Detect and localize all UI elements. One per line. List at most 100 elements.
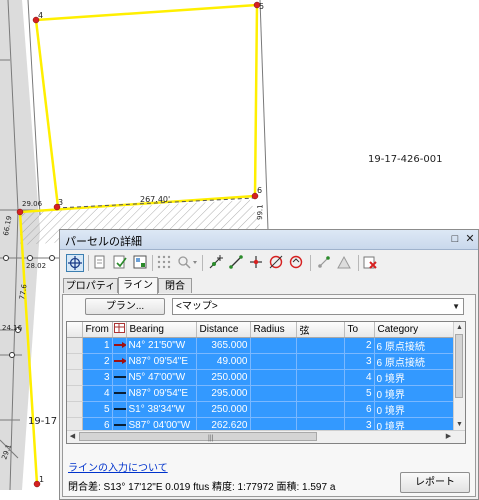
draw-line-icon[interactable] (228, 254, 246, 272)
cell-from[interactable]: 4 (82, 385, 113, 402)
cell-from[interactable]: 1 (82, 337, 113, 354)
cell-line-type[interactable] (112, 401, 127, 418)
table-row[interactable]: 3 N5° 47'00"W 250.000 4 0 境界 (67, 369, 455, 386)
rotate-circle-icon[interactable] (288, 254, 306, 272)
cell-bearing[interactable]: N4° 21'50"W (126, 337, 197, 354)
cell-bearing[interactable]: N5° 47'00"W (126, 369, 197, 386)
column-header-from[interactable]: From (82, 322, 113, 338)
cell-category[interactable]: 6 原点接続 (374, 337, 455, 354)
cell-radius[interactable] (250, 401, 297, 418)
column-header-to[interactable]: To (344, 322, 375, 338)
cell-chord[interactable] (296, 385, 345, 402)
lines-grid: From Bearing Distance Radius 弦 To Catego… (66, 321, 466, 444)
edit-points-icon[interactable] (316, 254, 334, 272)
row-header[interactable] (67, 369, 83, 386)
solid-line-icon (113, 424, 125, 427)
scroll-down-icon[interactable]: ▼ (454, 419, 465, 430)
delete-icon[interactable] (362, 254, 380, 272)
document-icon[interactable] (92, 254, 110, 272)
cell-bearing[interactable]: N87° 09'54"E (126, 353, 197, 370)
cell-line-type[interactable] (112, 369, 127, 386)
cell-chord[interactable] (296, 401, 345, 418)
split-point-icon[interactable] (248, 254, 266, 272)
cell-category[interactable]: 0 境界 (374, 369, 455, 386)
row-header[interactable] (67, 401, 83, 418)
shape-icon[interactable] (336, 254, 354, 272)
tab-closure[interactable]: 閉合 (158, 278, 192, 293)
cell-radius[interactable] (250, 369, 297, 386)
table-row[interactable]: 2 N87° 09'54"E 49.000 3 6 原点接続 (67, 353, 455, 370)
lines-table: From Bearing Distance Radius 弦 To Catego… (67, 322, 455, 443)
column-header-radius[interactable]: Radius (250, 322, 297, 338)
cell-radius[interactable] (250, 337, 297, 354)
row-header[interactable] (67, 353, 83, 370)
report-button[interactable]: レポート (400, 472, 470, 493)
cell-to[interactable]: 6 (344, 401, 375, 418)
cell-radius[interactable] (250, 353, 297, 370)
plan-button[interactable]: プラン... (85, 298, 165, 315)
table-row[interactable]: 5 S1° 38'34"W 250.000 6 0 境界 (67, 401, 455, 418)
window-titlebar[interactable]: パーセルの詳細 □ ✕ (60, 230, 478, 250)
table-row[interactable]: 1 N4° 21'50"W 365.000 2 6 原点接続 (67, 337, 455, 354)
add-point-icon[interactable] (208, 254, 226, 272)
cell-distance[interactable]: 250.000 (196, 369, 251, 386)
cell-from[interactable]: 3 (82, 369, 113, 386)
column-header-category[interactable]: Category (374, 322, 455, 338)
help-link[interactable]: ラインの入力について (68, 459, 168, 474)
cell-bearing[interactable]: N87° 09'54"E (126, 385, 197, 402)
point-label-6: 6 (257, 186, 262, 195)
cell-line-type[interactable] (112, 337, 127, 354)
cell-chord[interactable] (296, 337, 345, 354)
circle-curve-icon[interactable] (268, 254, 286, 272)
select-target-icon[interactable] (66, 254, 84, 272)
scroll-thumb[interactable] (455, 334, 463, 398)
cell-chord[interactable] (296, 369, 345, 386)
partial-parcel-label: 19-17 (28, 416, 57, 427)
float-button[interactable]: □ (448, 232, 462, 246)
row-header[interactable] (67, 337, 83, 354)
cell-to[interactable]: 3 (344, 353, 375, 370)
cell-category[interactable]: 6 原点接続 (374, 353, 455, 370)
grid-table-icon[interactable] (132, 254, 150, 272)
column-header-chord[interactable]: 弦 (296, 322, 345, 338)
cell-distance[interactable]: 295.000 (196, 385, 251, 402)
column-header-bearing[interactable]: Bearing (126, 322, 197, 338)
vertical-scrollbar[interactable]: ▲ ▼ (453, 322, 465, 430)
horizontal-scrollbar[interactable]: ◀ ||| ▶ (67, 430, 465, 443)
check-document-icon[interactable] (112, 254, 130, 272)
cell-from[interactable]: 2 (82, 353, 113, 370)
map-select[interactable]: <マップ> ▼ (172, 298, 464, 315)
table-row[interactable]: 4 N87° 09'54"E 295.000 5 0 境界 (67, 385, 455, 402)
cell-chord[interactable] (296, 353, 345, 370)
cell-distance[interactable]: 365.000 (196, 337, 251, 354)
point-label-1: 1 (39, 475, 44, 484)
cell-category[interactable]: 0 境界 (374, 401, 455, 418)
cell-distance[interactable]: 250.000 (196, 401, 251, 418)
scroll-left-icon[interactable]: ◀ (67, 431, 78, 443)
cell-line-type[interactable] (112, 353, 127, 370)
tab-properties[interactable]: プロパティ (63, 278, 118, 293)
row-header[interactable] (67, 385, 83, 402)
cell-line-type[interactable] (112, 385, 127, 402)
scroll-up-icon[interactable]: ▲ (454, 322, 465, 333)
cell-to[interactable]: 4 (344, 369, 375, 386)
column-header-distance[interactable]: Distance (196, 322, 251, 338)
dotted-grid-icon[interactable] (156, 254, 174, 272)
cell-distance[interactable]: 49.000 (196, 353, 251, 370)
cell-radius[interactable] (250, 385, 297, 402)
cell-to[interactable]: 5 (344, 385, 375, 402)
cell-bearing[interactable]: S1° 38'34"W (126, 401, 197, 418)
cell-to[interactable]: 2 (344, 337, 375, 354)
cell-from[interactable]: 5 (82, 401, 113, 418)
dimension-label: 267.40' (140, 195, 170, 204)
point-2[interactable] (16, 208, 24, 216)
tab-lines[interactable]: ライン (118, 277, 158, 294)
cell-category[interactable]: 0 境界 (374, 385, 455, 402)
map-select-value: <マップ> (176, 301, 218, 312)
scroll-thumb-horizontal[interactable]: ||| (79, 432, 317, 442)
column-header-icon[interactable] (112, 322, 127, 338)
side-label-2: 28.02 (26, 262, 46, 270)
scroll-right-icon[interactable]: ▶ (443, 431, 454, 443)
zoom-dropdown-icon[interactable] (176, 254, 197, 272)
close-button[interactable]: ✕ (463, 232, 477, 246)
